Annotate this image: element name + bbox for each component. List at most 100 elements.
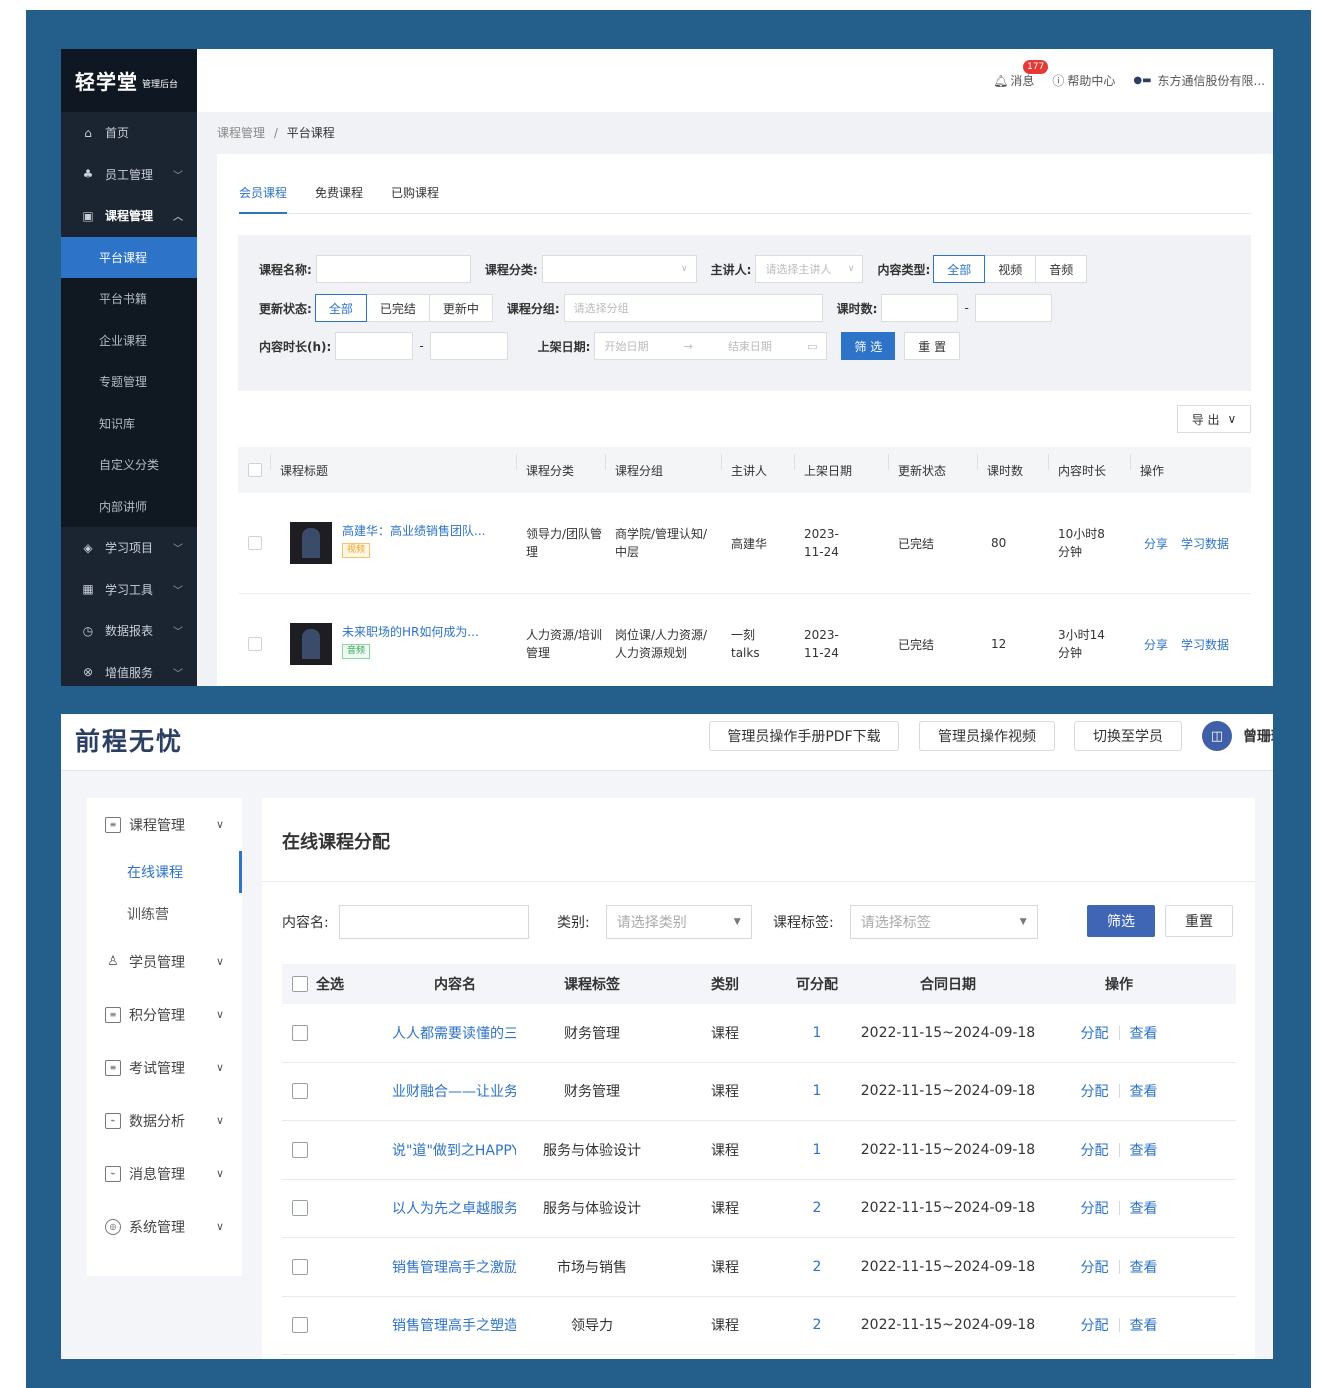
manual-pdf-button[interactable]: 管理员操作手册PDF下载 xyxy=(709,721,899,751)
group-select[interactable]: 请选择分组 xyxy=(563,294,823,322)
messages-link[interactable]: 🔔︎ 消息 177 xyxy=(993,60,1049,89)
category-select[interactable]: 请选择类别 ▼ xyxy=(605,905,752,939)
row-checkbox[interactable] xyxy=(292,1200,308,1217)
view-link[interactable]: 查看 xyxy=(1130,1140,1158,1160)
allocate-link[interactable]: 分配 xyxy=(1081,1198,1109,1218)
status-updating[interactable]: 更新中 xyxy=(428,294,493,322)
row-checkbox[interactable] xyxy=(292,1317,308,1334)
allocate-link[interactable]: 分配 xyxy=(1081,1140,1109,1160)
sidebar-item-reports[interactable]: ◷ 数据报表 ﹀ xyxy=(61,610,197,652)
tab-free-course[interactable]: 免费课程 xyxy=(315,184,363,214)
menu-system-management[interactable]: ◎ 系统管理 ∨ xyxy=(87,1200,242,1253)
sidebar-item-course[interactable]: ▣ 课程管理 ︿ xyxy=(61,195,197,237)
course-title-link[interactable]: 高建华：高业绩销售团队... xyxy=(342,522,485,539)
view-link[interactable]: 查看 xyxy=(1130,1257,1158,1277)
switch-to-student-button[interactable]: 切换至学员 xyxy=(1074,721,1182,751)
course-title-link[interactable]: 未来职场的HR如何成为... xyxy=(342,623,479,640)
allocate-link[interactable]: 分配 xyxy=(1081,1023,1109,1043)
learning-data-link[interactable]: 学习数据 xyxy=(1181,636,1229,653)
sidebar-sub-topics[interactable]: 专题管理 xyxy=(61,361,197,403)
row-checkbox[interactable] xyxy=(248,536,262,550)
content-name-link[interactable]: 业财融合——让业务... xyxy=(392,1081,516,1101)
content-type-video[interactable]: 视频 xyxy=(984,255,1037,283)
reset-button[interactable]: 重 置 xyxy=(904,332,961,360)
export-dropdown[interactable]: 导 出 ∨ xyxy=(1177,405,1251,433)
status-all[interactable]: 全部 xyxy=(314,294,367,322)
menu-course-management[interactable]: ≡ 课程管理 ∨ xyxy=(87,798,242,851)
allocatable-count[interactable]: 1 xyxy=(782,1142,852,1158)
allocatable-count[interactable]: 1 xyxy=(782,1083,852,1099)
allocatable-count[interactable]: 2 xyxy=(782,1317,852,1333)
course-name-input[interactable] xyxy=(315,255,471,283)
logo[interactable]: 轻学堂 管理后台 xyxy=(61,49,197,112)
allocatable-count[interactable]: 1 xyxy=(782,1025,852,1041)
menu-points-management[interactable]: ≡ 积分管理 ∨ xyxy=(87,988,242,1041)
menu-exam-management[interactable]: ≡ 考试管理 ∨ xyxy=(87,1041,242,1094)
row-checkbox[interactable] xyxy=(292,1083,308,1100)
menu-sub-training-camp[interactable]: 训练营 xyxy=(87,893,242,935)
sidebar-item-projects[interactable]: ◈ 学习项目 ﹀ xyxy=(61,527,197,569)
view-link[interactable]: 查看 xyxy=(1130,1023,1158,1043)
sidebar-sub-knowledge[interactable]: 知识库 xyxy=(61,402,197,444)
content-name-input[interactable] xyxy=(338,905,529,939)
content-type-audio[interactable]: 音频 xyxy=(1035,255,1088,283)
lessons-min-input[interactable] xyxy=(881,294,959,322)
content-name-link[interactable]: 人人都需要读懂的三... xyxy=(392,1023,516,1043)
user-name[interactable]: 曾珊珊 xyxy=(1243,726,1273,746)
menu-student-management[interactable]: ♙ 学员管理 ∨ xyxy=(87,935,242,988)
row-checkbox[interactable] xyxy=(292,1258,308,1275)
sidebar-sub-internal-lecturer[interactable]: 内部讲师 xyxy=(61,485,197,527)
select-all-checkbox[interactable] xyxy=(248,463,262,477)
row-checkbox[interactable] xyxy=(292,1024,308,1041)
date-range-picker[interactable]: 开始日期 → 结束日期 ▭ xyxy=(594,332,828,360)
allocate-link[interactable]: 分配 xyxy=(1081,1315,1109,1335)
menu-data-analysis[interactable]: ⌁ 数据分析 ∨ xyxy=(87,1094,242,1147)
content-name-link[interactable]: 说"道"做到之HAPPY... xyxy=(392,1140,516,1160)
category-select[interactable]: ∨ xyxy=(541,255,697,283)
allocate-link[interactable]: 分配 xyxy=(1081,1081,1109,1101)
avatar[interactable]: ◫ xyxy=(1202,721,1232,751)
sidebar-sub-custom-category[interactable]: 自定义分类 xyxy=(61,444,197,486)
view-link[interactable]: 查看 xyxy=(1130,1081,1158,1101)
sidebar-sub-enterprise-course[interactable]: 企业课程 xyxy=(61,319,197,361)
lessons-max-input[interactable] xyxy=(974,294,1052,322)
tab-purchased-course[interactable]: 已购课程 xyxy=(391,184,439,214)
select-all-checkbox[interactable] xyxy=(292,976,308,992)
content-name-link[interactable]: 以人为先之卓越服务 xyxy=(392,1198,516,1218)
sidebar-item-staff[interactable]: ♣ 员工管理 ﹀ xyxy=(61,154,197,196)
allocatable-count[interactable]: 2 xyxy=(782,1259,852,1275)
sidebar-sub-platform-course[interactable]: 平台课程 xyxy=(61,236,197,278)
help-link[interactable]: ⓘ 帮助中心 xyxy=(1052,72,1115,89)
allocate-link[interactable]: 分配 xyxy=(1081,1257,1109,1277)
learning-data-link[interactable]: 学习数据 xyxy=(1181,535,1229,552)
tag-select[interactable]: 请选择标签 ▼ xyxy=(849,905,1038,939)
duration-min-input[interactable] xyxy=(335,332,414,360)
sidebar-sub-platform-books[interactable]: 平台书籍 xyxy=(61,278,197,320)
sidebar-item-value-added[interactable]: ⊗ 增值服务 ﹀ xyxy=(61,652,197,687)
course-thumbnail[interactable] xyxy=(290,623,332,665)
menu-message-management[interactable]: ⌁ 消息管理 ∨ xyxy=(87,1147,242,1200)
admin-video-button[interactable]: 管理员操作视频 xyxy=(919,721,1055,751)
sidebar-item-home[interactable]: ⌂ 首页 xyxy=(61,112,197,154)
content-name-link[interactable]: 销售管理高手之激励... xyxy=(392,1257,516,1277)
filter-button[interactable]: 筛 选 xyxy=(841,332,896,360)
view-link[interactable]: 查看 xyxy=(1130,1198,1158,1218)
share-link[interactable]: 分享 xyxy=(1144,535,1168,552)
reset-button[interactable]: 重置 xyxy=(1165,905,1233,937)
course-thumbnail[interactable] xyxy=(290,522,332,564)
content-name-link[interactable]: 销售管理高手之塑造... xyxy=(392,1315,516,1335)
menu-sub-online-course[interactable]: 在线课程 xyxy=(87,851,242,893)
row-checkbox[interactable] xyxy=(292,1141,308,1158)
share-link[interactable]: 分享 xyxy=(1144,636,1168,653)
speaker-select[interactable]: 请选择主讲人 ∨ xyxy=(755,255,864,283)
duration-max-input[interactable] xyxy=(429,332,508,360)
allocatable-count[interactable]: 2 xyxy=(782,1200,852,1216)
row-checkbox[interactable] xyxy=(248,637,262,651)
tab-member-course[interactable]: 会员课程 xyxy=(239,184,288,214)
filter-button[interactable]: 筛选 xyxy=(1087,905,1155,937)
company-switcher[interactable]: ●▬ 东方通信股份有限... xyxy=(1133,72,1265,89)
breadcrumb-parent[interactable]: 课程管理 xyxy=(217,126,265,140)
content-type-all[interactable]: 全部 xyxy=(933,255,986,283)
status-finished[interactable]: 已完结 xyxy=(365,294,430,322)
sidebar-item-tools[interactable]: ▦ 学习工具 ﹀ xyxy=(61,569,197,611)
